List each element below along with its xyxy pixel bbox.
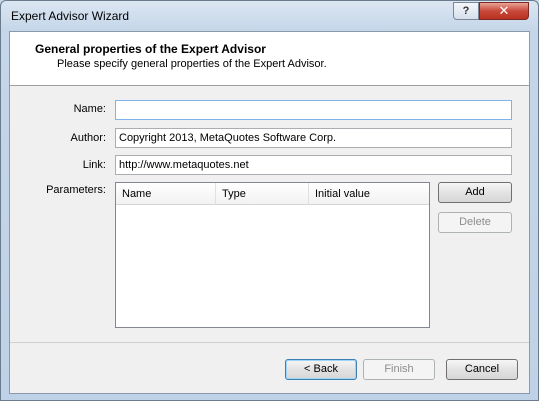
- finish-button[interactable]: Finish: [363, 359, 435, 380]
- parameters-label: Parameters:: [46, 184, 106, 196]
- column-header-initial-value[interactable]: Initial value: [309, 183, 429, 205]
- delete-button[interactable]: Delete: [438, 212, 512, 233]
- author-label: Author:: [70, 132, 106, 144]
- parameters-list[interactable]: Name Type Initial value: [115, 182, 430, 328]
- column-header-type[interactable]: Type: [216, 183, 309, 205]
- cancel-button[interactable]: Cancel: [446, 359, 518, 380]
- link-value: http://www.metaquotes.net: [119, 159, 249, 171]
- close-button[interactable]: ✕: [479, 2, 529, 20]
- add-button[interactable]: Add: [438, 182, 512, 203]
- link-label: Link:: [82, 159, 106, 171]
- back-button[interactable]: < Back: [285, 359, 357, 380]
- name-field[interactable]: [115, 100, 512, 120]
- help-icon: ?: [462, 5, 470, 17]
- name-input[interactable]: [119, 104, 508, 116]
- link-field[interactable]: http://www.metaquotes.net: [115, 155, 512, 175]
- page-header: General properties of the Expert Advisor…: [10, 32, 529, 86]
- wizard-window: Expert Advisor Wizard ? ✕ General proper…: [0, 0, 539, 401]
- column-header-name[interactable]: Name: [116, 183, 216, 205]
- author-value: Copyright 2013, MetaQuotes Software Corp…: [119, 132, 337, 144]
- window-title: Expert Advisor Wizard: [11, 9, 130, 23]
- page-subtitle: Please specify general properties of the…: [57, 58, 327, 70]
- help-button[interactable]: ?: [453, 2, 479, 20]
- page-title: General properties of the Expert Advisor: [35, 42, 266, 56]
- title-bar[interactable]: Expert Advisor Wizard ? ✕: [1, 1, 538, 31]
- parameters-list-header: Name Type Initial value: [116, 183, 429, 205]
- name-label: Name:: [73, 103, 106, 115]
- wizard-page: General properties of the Expert Advisor…: [9, 31, 530, 394]
- close-icon: ✕: [498, 3, 510, 18]
- footer-divider: [10, 342, 529, 343]
- author-field[interactable]: Copyright 2013, MetaQuotes Software Corp…: [115, 128, 512, 148]
